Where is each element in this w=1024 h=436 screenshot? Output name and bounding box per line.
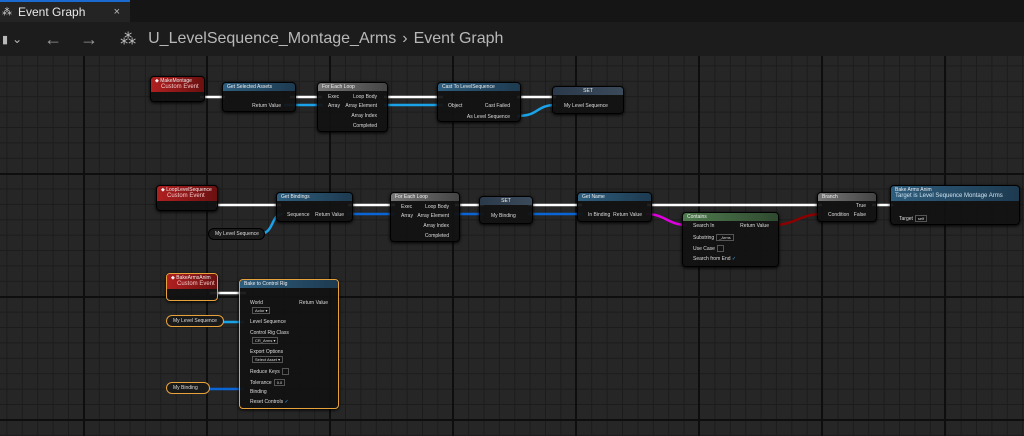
node-get-selected-assets[interactable]: Get Selected Assets Return Value	[222, 82, 296, 112]
node-subtitle: Target is Level Sequence Montage Arms	[895, 193, 1003, 199]
pin-array-element[interactable]: Array Element	[345, 103, 377, 109]
var-my-binding[interactable]: My Binding	[166, 382, 210, 394]
event-bake-arms-anim[interactable]: ◆ BakeArmsAnim Custom Event	[166, 273, 218, 301]
pin-as-level-sequence[interactable]: As Level Sequence	[467, 114, 510, 120]
pin-reduce-keys: Reduce Keys	[250, 369, 280, 375]
pin-return-value[interactable]: Return Value	[315, 212, 344, 218]
node-title: Bake to Control Rig	[240, 280, 338, 288]
pin-use-case: Use Case	[693, 246, 715, 252]
node-title: Get Bindings	[277, 193, 352, 201]
target-value: self	[914, 215, 928, 222]
node-set-binding[interactable]: SET My Binding	[479, 196, 533, 224]
tab-title: Event Graph	[18, 5, 86, 19]
breadcrumb-current[interactable]: Event Graph	[414, 30, 504, 48]
toolbar: ▮ ⌄ ← → ⁂ U_LevelSequence_Montage_Arms ›…	[0, 22, 1024, 56]
chevron-down-icon[interactable]: ⌄	[12, 32, 22, 46]
pin-search-from-end: Search from End	[693, 256, 731, 262]
node-title: Get Selected Assets	[223, 83, 295, 91]
tolerance-input[interactable]: 0.0	[273, 379, 286, 386]
node-title: Get Name	[578, 193, 651, 201]
node-title: Cast To LevelSequence	[438, 83, 520, 91]
breadcrumb-root[interactable]: U_LevelSequence_Montage_Arms	[148, 30, 396, 48]
pin-exec[interactable]: Exec	[401, 204, 412, 210]
pin-array-index[interactable]: Array Index	[423, 223, 449, 229]
pin-in-binding[interactable]: In Binding	[588, 212, 610, 218]
tab-event-graph[interactable]: ⁂ Event Graph ×	[0, 0, 130, 22]
node-title: For Each Loop	[391, 193, 459, 201]
pin-loop-body[interactable]: Loop Body	[353, 94, 377, 100]
var-my-level-sequence[interactable]: My Level Sequence	[166, 315, 224, 327]
pin-completed[interactable]: Completed	[353, 123, 377, 129]
reduce-keys-checkbox[interactable]	[281, 368, 289, 375]
tab-bar: ⁂ Event Graph ×	[0, 0, 1024, 22]
pin-search-in[interactable]: Search In	[693, 223, 714, 229]
event-make-montage[interactable]: ◆ MakeMontage Custom Event	[150, 76, 205, 102]
pin-completed[interactable]: Completed	[425, 233, 449, 239]
graph-icon: ⁂	[2, 6, 12, 18]
node-contains[interactable]: Contains Search In Return Value Substrin…	[682, 212, 779, 267]
pin-substring: Substring	[693, 235, 715, 241]
event-loop-level-sequence[interactable]: ◆ LoopLevelSequence Custom Event	[156, 185, 218, 211]
pin-false[interactable]: False	[854, 212, 866, 218]
node-branch[interactable]: Branch Condition True False	[817, 192, 877, 222]
pin-return-value[interactable]: Return Value	[252, 103, 281, 109]
export-options-dropdown[interactable]: Select Asset ▾	[252, 356, 284, 363]
pin-control-rig-class[interactable]: Control Rig Class	[250, 330, 289, 336]
use-case-checkbox[interactable]	[716, 245, 725, 252]
pin-array-index[interactable]: Array Index	[351, 113, 377, 119]
substring-input[interactable]: _Arms	[716, 234, 734, 241]
world-dropdown[interactable]: Actor ▾	[252, 307, 271, 314]
pin-my-level-sequence[interactable]: My Level Sequence	[564, 103, 608, 109]
pin-array[interactable]: Array	[401, 213, 413, 219]
pin-return-value[interactable]: Return Value	[740, 223, 769, 229]
node-set-level-sequence[interactable]: SET My Level Sequence	[552, 86, 624, 114]
pin-true[interactable]: True	[856, 203, 866, 209]
pin-reset-controls: Reset Controls	[250, 399, 284, 405]
pin-export-options[interactable]: Export Options	[250, 349, 283, 355]
close-icon[interactable]: ×	[114, 6, 120, 18]
pin-target: Target	[899, 216, 913, 222]
pin-level-sequence[interactable]: Level Sequence	[250, 319, 286, 325]
breadcrumb-separator: ›	[402, 30, 408, 47]
pin-exec[interactable]: Exec	[328, 94, 339, 100]
node-get-bindings[interactable]: Get Bindings Sequence Return Value	[276, 192, 353, 222]
pin-world[interactable]: World	[250, 300, 263, 306]
control-rig-class-dropdown[interactable]: CR_Arms ▾	[252, 337, 279, 344]
pin-condition[interactable]: Condition	[828, 212, 849, 218]
node-title: For Each Loop	[318, 83, 387, 91]
graph-icon: ⁂	[120, 31, 137, 48]
node-cast-to-level-sequence[interactable]: Cast To LevelSequence Object Cast Failed…	[437, 82, 521, 122]
node-subtitle: Custom Event	[167, 193, 205, 199]
pin-return-value[interactable]: Return Value	[613, 212, 642, 218]
node-title: Branch	[818, 193, 876, 201]
node-title: Contains	[683, 213, 778, 221]
node-bake-arms-anim[interactable]: Bake Arms Anim Target is Level Sequence M…	[890, 185, 1020, 225]
node-for-each-loop[interactable]: For Each Loop Exec Array Loop Body Array…	[390, 192, 460, 242]
node-subtitle: Custom Event	[177, 281, 215, 287]
node-for-each-loop[interactable]: For Each Loop Exec Array Loop Body Array…	[317, 82, 388, 132]
back-button[interactable]: ←	[44, 29, 62, 50]
node-title: SET	[553, 87, 623, 95]
pin-array-element[interactable]: Array Element	[417, 213, 449, 219]
node-title: SET	[480, 197, 532, 205]
pin-object[interactable]: Object	[448, 103, 462, 109]
pin-array[interactable]: Array	[328, 103, 340, 109]
node-get-name[interactable]: Get Name In Binding Return Value	[577, 192, 652, 222]
pin-return-value[interactable]: Return Value	[299, 300, 328, 306]
pin-my-binding[interactable]: My Binding	[491, 213, 516, 219]
search-from-end-checkbox[interactable]: ✓	[731, 256, 736, 262]
reset-controls-checkbox[interactable]: ✓	[283, 399, 288, 405]
var-my-level-sequence[interactable]: My Level Sequence	[208, 228, 265, 240]
pin-binding[interactable]: Binding	[250, 389, 267, 395]
pin-sequence[interactable]: Sequence	[287, 212, 310, 218]
node-subtitle: Custom Event	[161, 84, 199, 90]
pin-loop-body[interactable]: Loop Body	[425, 204, 449, 210]
pin-tolerance: Tolerance	[250, 380, 272, 386]
pin-cast-failed[interactable]: Cast Failed	[485, 103, 510, 109]
forward-button[interactable]: →	[80, 29, 98, 50]
node-bake-to-control-rig[interactable]: Bake to Control Rig World Return Value A…	[239, 279, 339, 409]
bookmark-icon[interactable]: ▮	[2, 33, 8, 46]
